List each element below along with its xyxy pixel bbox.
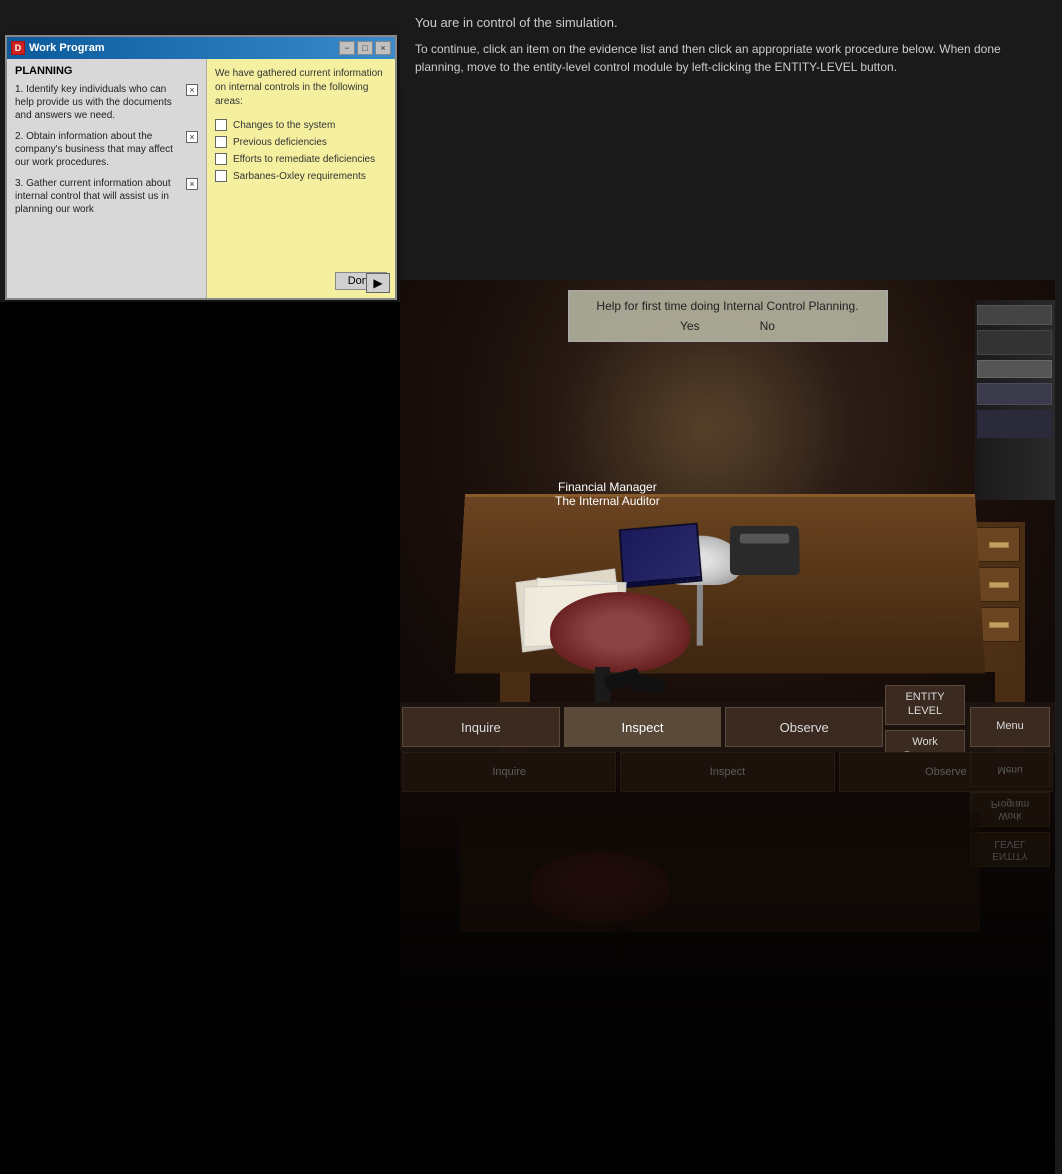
reflection-chair-seat <box>530 852 670 922</box>
planning-label: PLANNING <box>15 65 198 77</box>
character-name1: Financial Manager <box>555 480 660 494</box>
observe-button[interactable]: Observe <box>725 707 883 747</box>
help-yes-button[interactable]: Yes <box>680 319 700 333</box>
window-titlebar: D Work Program − □ × <box>7 37 395 59</box>
phone-handset <box>740 534 790 544</box>
refl-entity-level: ENTITYLEVEL <box>970 832 1050 867</box>
character-label: Financial Manager The Internal Auditor <box>555 480 660 508</box>
wp-item-2-checkbox[interactable]: × <box>186 131 198 143</box>
wp-item-2-text: 2. Obtain information about the company'… <box>15 130 182 169</box>
help-no-button[interactable]: No <box>760 319 775 333</box>
wp-item-2: 2. Obtain information about the company'… <box>15 130 198 169</box>
next-button[interactable]: ▶ <box>366 273 390 293</box>
wp-check-4[interactable] <box>215 170 227 182</box>
reflection-buttons-row: Inquire Inspect Observe <box>400 752 1055 792</box>
drawer-handle-3 <box>989 622 1009 628</box>
wp-footer: ▶ <box>366 273 390 293</box>
drawer-handle-1 <box>989 542 1009 548</box>
reflection-right-buttons: ENTITYLEVEL WorkProgram Menu <box>970 752 1050 867</box>
window-title-text: Work Program <box>29 42 105 54</box>
wp-check-row-1: Changes to the system <box>215 119 387 131</box>
wp-item-3: 3. Gather current information about inte… <box>15 177 198 216</box>
shoe-right <box>629 674 666 695</box>
wp-check-label-3: Efforts to remediate deficiencies <box>233 154 375 165</box>
reflection-chair <box>530 852 710 972</box>
window-controls: − □ × <box>339 41 391 55</box>
wp-item-1-checkbox[interactable]: × <box>186 84 198 96</box>
book-item <box>977 305 1052 325</box>
refl-inspect-button: Inspect <box>620 752 834 792</box>
desk-phone <box>730 526 800 575</box>
book-item <box>977 383 1052 405</box>
instruction-line2: To continue, click an item on the eviden… <box>415 40 1045 76</box>
chair <box>530 552 710 712</box>
reflection-area: Inquire Inspect Observe ENTITYLEVEL Work… <box>400 752 1055 1174</box>
wp-check-label-4: Sarbanes-Oxley requirements <box>233 171 366 182</box>
left-bottom <box>0 302 400 1174</box>
wp-check-3[interactable] <box>215 153 227 165</box>
scene-container: Financial Manager The Internal Auditor H… <box>400 280 1055 752</box>
refl-chair-leg <box>613 922 628 962</box>
book-item <box>977 360 1052 378</box>
close-button[interactable]: × <box>375 41 391 55</box>
books-right <box>975 300 1055 500</box>
maximize-button[interactable]: □ <box>357 41 373 55</box>
instruction-area: You are in control of the simulation. To… <box>400 0 1060 91</box>
inquire-button[interactable]: Inquire <box>402 707 560 747</box>
wp-item-1: 1. Identify key individuals who can help… <box>15 83 198 122</box>
entity-level-button[interactable]: ENTITYLEVEL <box>885 685 965 725</box>
wp-item-3-checkbox[interactable]: × <box>186 178 198 190</box>
wp-left-pane: PLANNING 1. Identify key individuals who… <box>7 59 207 298</box>
book-item <box>977 410 1052 438</box>
refl-menu: Menu <box>970 752 1050 787</box>
wp-check-row-3: Efforts to remediate deficiencies <box>215 153 387 165</box>
minimize-button[interactable]: − <box>339 41 355 55</box>
wp-check-label-2: Previous deficiencies <box>233 137 327 148</box>
help-buttons: Yes No <box>589 319 867 333</box>
wp-check-label-1: Changes to the system <box>233 120 335 131</box>
window-body: PLANNING 1. Identify key individuals who… <box>7 59 395 298</box>
wp-item-1-text: 1. Identify key individuals who can help… <box>15 83 182 122</box>
help-text: Help for first time doing Internal Contr… <box>589 299 867 313</box>
wp-check-row-4: Sarbanes-Oxley requirements <box>215 170 387 182</box>
instruction-line1: You are in control of the simulation. <box>415 15 1045 30</box>
help-dialog: Help for first time doing Internal Contr… <box>568 290 888 342</box>
inspect-button[interactable]: Inspect <box>564 707 722 747</box>
refl-inquire-button: Inquire <box>402 752 616 792</box>
scene-actions: Inquire Inspect Observe ENTITYLEVEL Work… <box>400 702 1055 752</box>
refl-work-program: WorkProgram <box>970 792 1050 827</box>
wp-check-1[interactable] <box>215 119 227 131</box>
wp-item-3-text: 3. Gather current information about inte… <box>15 177 182 216</box>
drawer-handle-2 <box>989 582 1009 588</box>
wp-info-text: We have gathered current information on … <box>215 67 387 109</box>
wp-check-2[interactable] <box>215 136 227 148</box>
work-program-window: D Work Program − □ × PLANNING 1. Identif… <box>5 35 397 300</box>
menu-button[interactable]: Menu <box>970 707 1050 747</box>
wp-check-row-2: Previous deficiencies <box>215 136 387 148</box>
window-title-left: D Work Program <box>11 41 105 55</box>
chair-seat <box>550 592 690 672</box>
character-name2: The Internal Auditor <box>555 494 660 508</box>
window-icon: D <box>11 41 25 55</box>
book-item <box>977 330 1052 355</box>
wp-right-pane: We have gathered current information on … <box>207 59 395 298</box>
